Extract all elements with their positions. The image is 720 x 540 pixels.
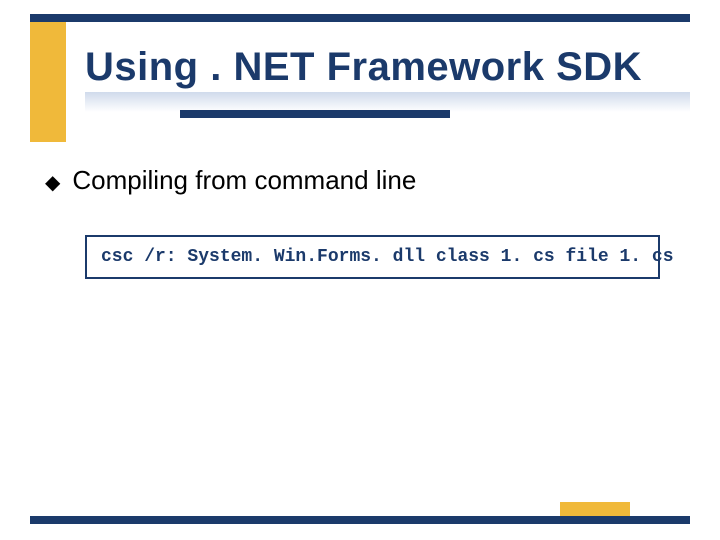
code-box: csc /r: System. Win.Forms. dll class 1. … [85,235,660,279]
slide-title: Using . NET Framework SDK [85,45,642,94]
title-rule [180,110,450,118]
title-container: Using . NET Framework SDK [85,45,690,112]
bottom-rule [30,516,690,524]
top-rule [30,14,690,22]
bottom-accent-block [560,502,630,516]
header-accent-block [30,22,66,142]
bullet-text: Compiling from command line [72,165,416,196]
bullet-item: ◆ Compiling from command line [45,165,690,196]
title-gradient-underline [85,92,690,112]
bullet-glyph-icon: ◆ [45,173,60,193]
code-line: csc /r: System. Win.Forms. dll class 1. … [101,247,644,267]
